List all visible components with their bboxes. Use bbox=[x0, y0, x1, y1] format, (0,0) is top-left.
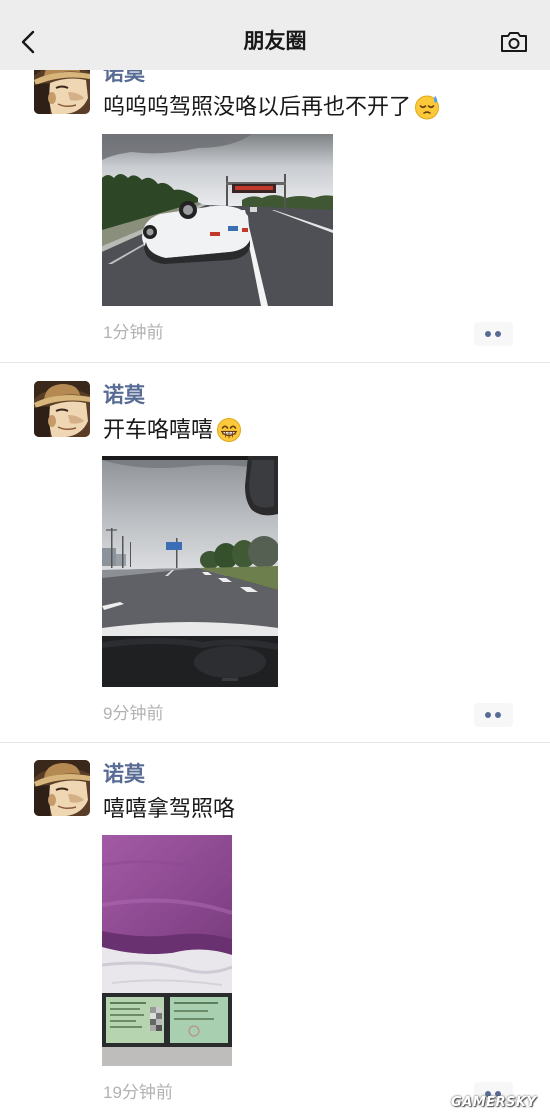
post-photo[interactable] bbox=[102, 835, 232, 1066]
more-actions-button[interactable] bbox=[474, 322, 513, 346]
post-divider bbox=[0, 362, 550, 363]
post-text-content: 呜呜呜驾照没咯以后再也不开了 bbox=[103, 94, 412, 119]
post-text-content: 嘻嘻拿驾照咯 bbox=[103, 796, 236, 821]
more-actions-button[interactable] bbox=[474, 703, 513, 727]
avatar[interactable] bbox=[34, 381, 90, 437]
more-dots-icon bbox=[495, 331, 501, 337]
more-dots-icon bbox=[485, 712, 491, 718]
post-timestamp: 9分钟前 bbox=[103, 704, 164, 723]
moment-post: 诺莫 嘻嘻拿驾照咯 19分钟前 bbox=[0, 760, 550, 1114]
author-name[interactable]: 诺莫 bbox=[103, 763, 145, 787]
post-text: 呜呜呜驾照没咯以后再也不开了 bbox=[103, 93, 440, 121]
more-dots-icon bbox=[495, 712, 501, 718]
more-dots-icon bbox=[485, 331, 491, 337]
page-title: 朋友圈 bbox=[243, 30, 307, 53]
camera-icon bbox=[501, 32, 527, 52]
top-nav-bar: 朋友圈 bbox=[0, 0, 550, 70]
moment-post: 诺莫 开车咯嘻嘻 9分钟前 bbox=[0, 381, 550, 742]
grinning-face-emoji bbox=[217, 418, 242, 442]
post-timestamp: 1分钟前 bbox=[103, 323, 164, 342]
post-divider bbox=[0, 742, 550, 743]
avatar[interactable] bbox=[34, 760, 90, 816]
author-name[interactable]: 诺莫 bbox=[103, 384, 145, 408]
watermark: GAMERSKY bbox=[451, 1095, 537, 1110]
post-text: 嘻嘻拿驾照咯 bbox=[103, 795, 235, 823]
camera-button[interactable] bbox=[498, 28, 530, 56]
downcast-face-with-sweat-emoji bbox=[415, 95, 440, 120]
post-text: 开车咯嘻嘻 bbox=[103, 416, 242, 444]
post-text-content: 开车咯嘻嘻 bbox=[103, 417, 214, 442]
post-photo[interactable] bbox=[102, 456, 278, 687]
moment-post: 诺莫 呜呜呜驾照没咯以后再也不开了 1分钟前 bbox=[0, 58, 550, 362]
post-photo[interactable] bbox=[102, 134, 333, 306]
post-timestamp: 19分钟前 bbox=[103, 1083, 173, 1102]
